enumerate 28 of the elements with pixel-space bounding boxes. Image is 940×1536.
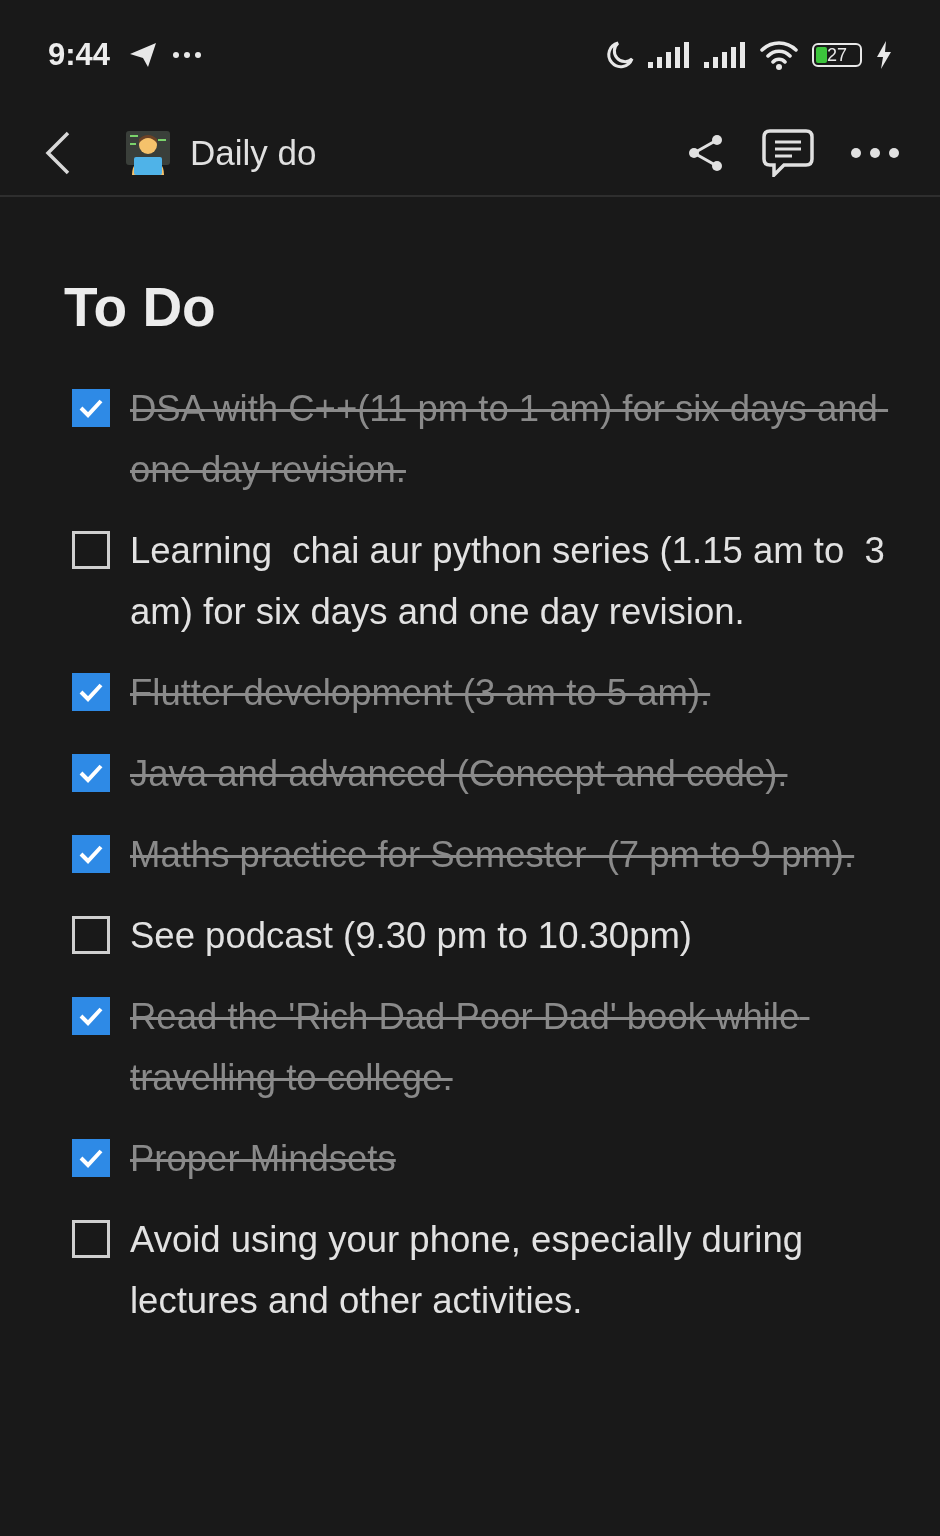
wifi-icon <box>760 40 798 70</box>
todo-text: Maths practice for Semester (7 pm to 9 pm). <box>130 832 855 877</box>
signal-icon <box>704 42 746 68</box>
signal-icon <box>648 42 690 68</box>
person-laptop-icon <box>124 128 172 177</box>
checkbox[interactable] <box>72 1138 110 1177</box>
charging-icon <box>876 41 892 69</box>
send-icon <box>128 41 159 69</box>
todo-text: Learning chai aur python series (1.15 am to 3 am) for six days and one day revision. <box>130 528 886 634</box>
checkbox[interactable] <box>72 996 110 1035</box>
todo-text: Flutter development (3 am to 5 am). <box>130 670 711 715</box>
more-icon <box>172 51 203 59</box>
checkbox[interactable] <box>72 672 110 711</box>
section-heading: To Do <box>64 277 217 338</box>
checkbox[interactable] <box>72 530 110 569</box>
moon-icon <box>604 40 634 70</box>
todo-text: Avoid using your phone, especially during lectures and other activities. <box>130 1217 804 1323</box>
checkbox[interactable] <box>72 388 110 427</box>
battery-indicator: 27 <box>812 43 862 67</box>
page-title: Daily do <box>190 132 317 173</box>
todo-text: Java and advanced (Concept and code). <box>130 751 788 796</box>
todo-text: Proper Mindsets <box>130 1136 396 1181</box>
checkbox[interactable] <box>72 915 110 954</box>
checkbox[interactable] <box>72 1219 110 1258</box>
checkbox[interactable] <box>72 834 110 873</box>
checkbox[interactable] <box>72 753 110 792</box>
status-time: 9:44 <box>48 37 111 73</box>
todo-text: See podcast (9.30 pm to 10.30pm) <box>130 913 693 958</box>
